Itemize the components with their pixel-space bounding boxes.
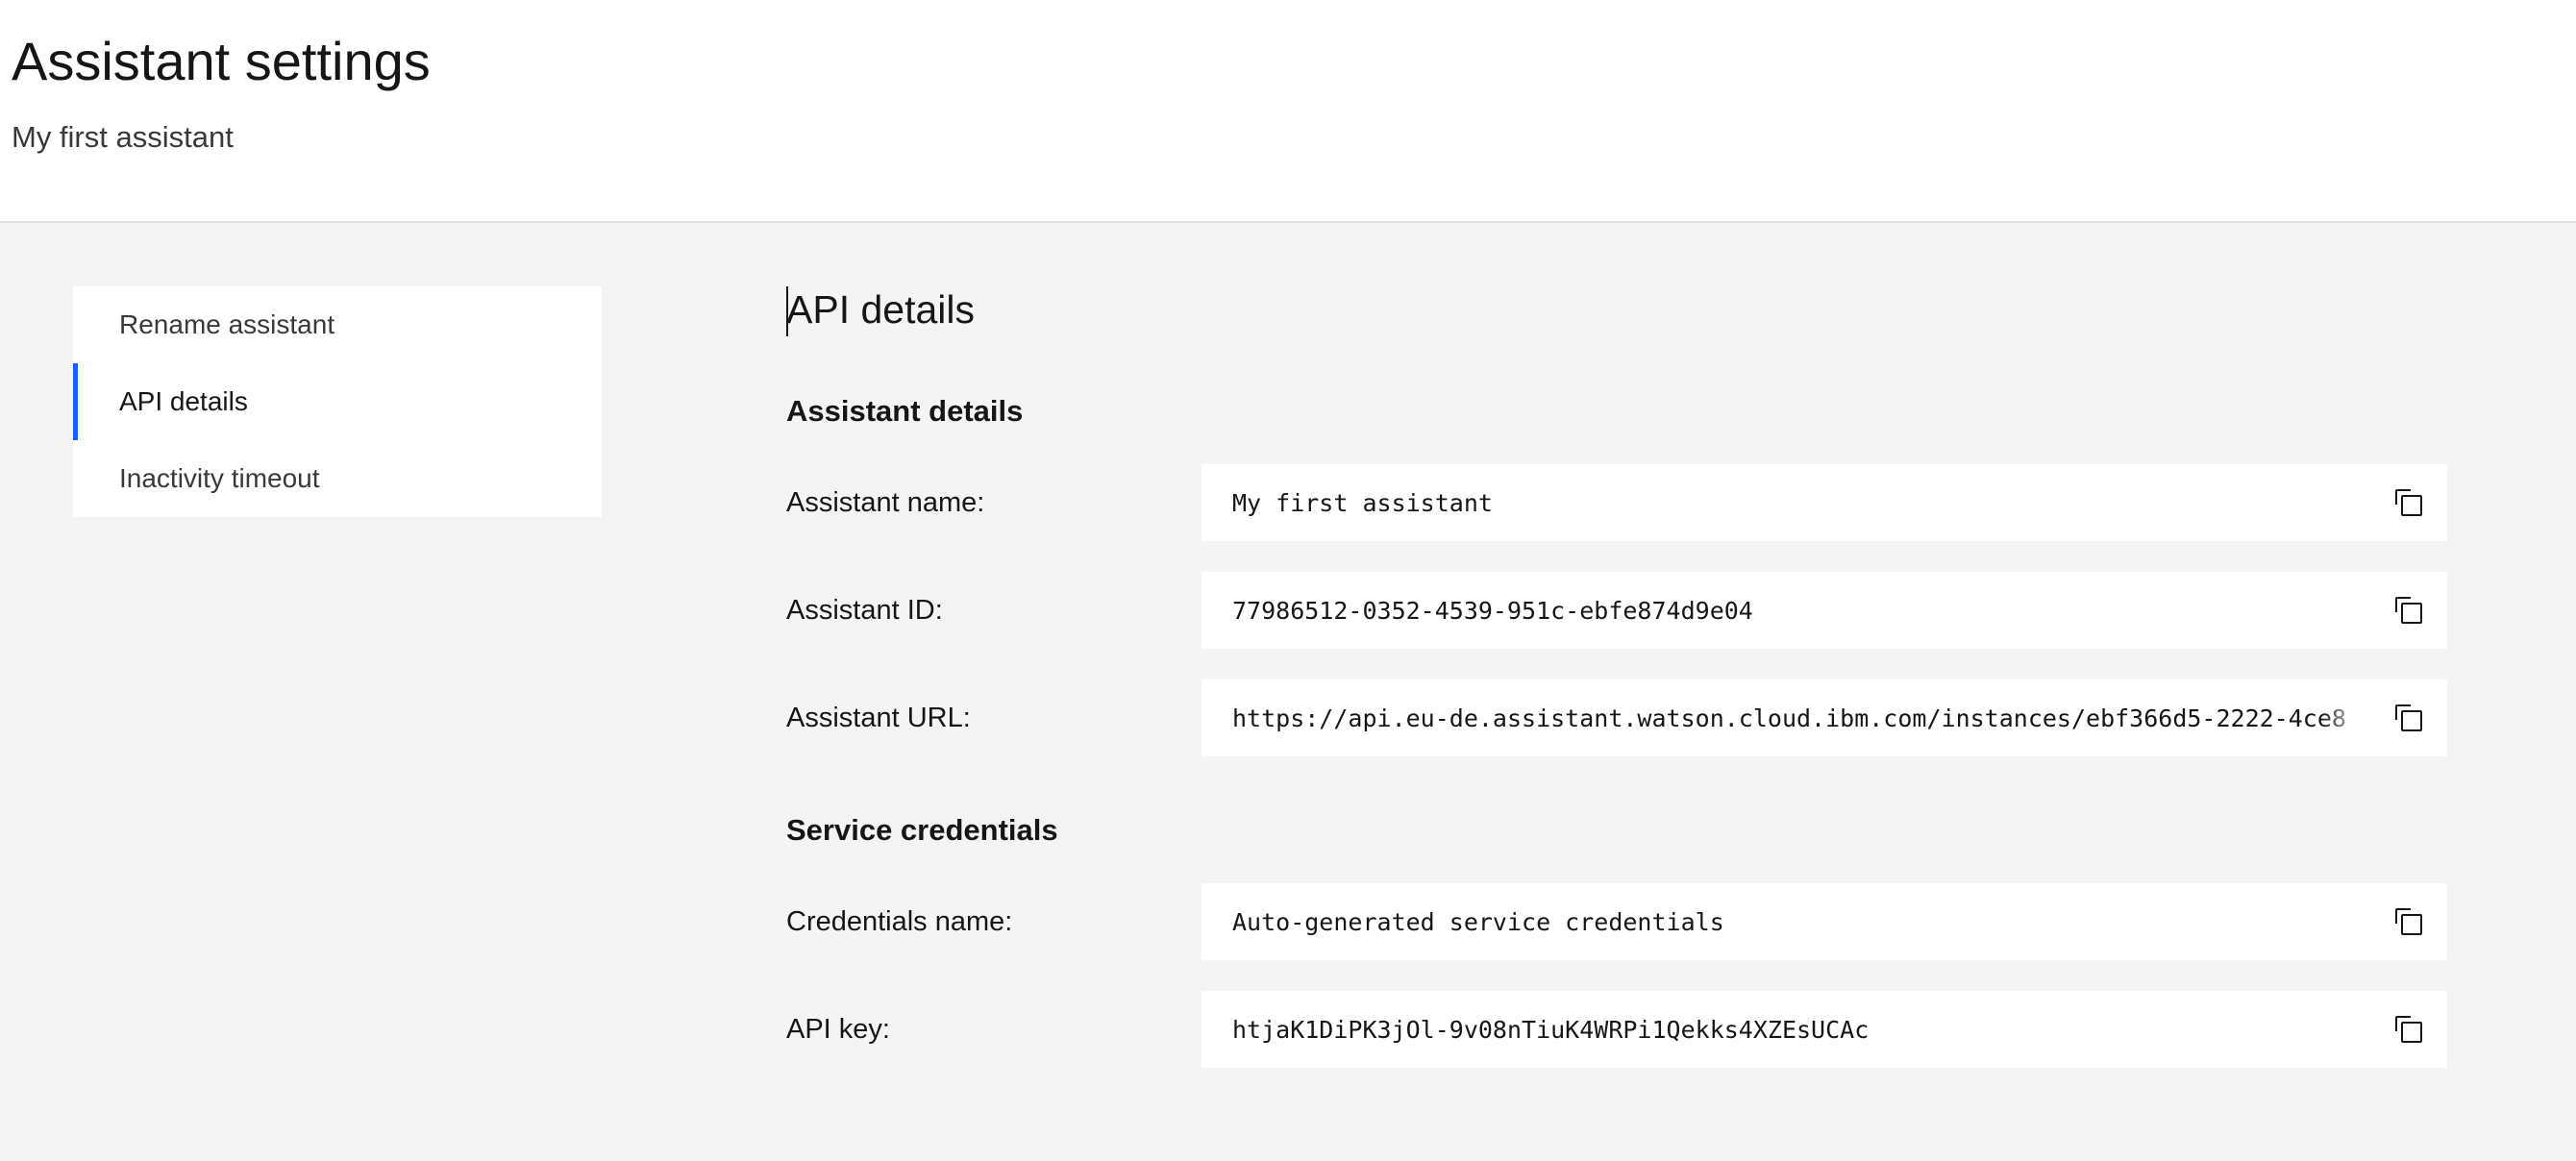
settings-side-nav: Rename assistant API details Inactivity … [73, 286, 602, 517]
assistant-url-label: Assistant URL: [786, 702, 971, 733]
assistant-id-value[interactable]: 77986512-0352-4539-951c-ebfe874d9e04 [1232, 597, 2366, 625]
assistant-url-value[interactable]: https://api.eu-de.assistant.watson.cloud… [1232, 704, 2366, 732]
page-header: Assistant settings My first assistant [0, 0, 2576, 223]
nav-item-label: Inactivity timeout [119, 463, 320, 493]
assistant-details-heading: Assistant details [786, 394, 1024, 428]
copy-icon [2395, 1016, 2422, 1043]
api-key-label: API key: [786, 1013, 890, 1045]
copy-assistant-id-button[interactable] [2390, 591, 2428, 630]
section-title: API details [786, 287, 975, 332]
assistant-name-field[interactable]: My first assistant [1201, 464, 2447, 541]
copy-icon [2395, 908, 2422, 935]
nav-item-inactivity-timeout[interactable]: Inactivity timeout [73, 440, 602, 517]
page-subtitle: My first assistant [12, 120, 234, 154]
copy-credentials-name-button[interactable] [2390, 902, 2428, 941]
copy-icon [2395, 489, 2422, 516]
copy-api-key-button[interactable] [2390, 1010, 2428, 1049]
assistant-url-field[interactable]: https://api.eu-de.assistant.watson.cloud… [1201, 679, 2447, 756]
nav-item-rename-assistant[interactable]: Rename assistant [73, 286, 602, 363]
api-key-field[interactable]: htjaK1DiPK3jOl-9v08nTiuK4WRPi1Qekks4XZEs… [1201, 991, 2447, 1068]
assistant-name-label: Assistant name: [786, 486, 985, 518]
page-title: Assistant settings [12, 31, 431, 91]
nav-item-label: Rename assistant [119, 309, 335, 339]
copy-icon [2395, 704, 2422, 731]
nav-item-api-details[interactable]: API details [73, 363, 602, 440]
assistant-name-value[interactable]: My first assistant [1232, 489, 2366, 517]
credentials-name-field[interactable]: Auto-generated service credentials [1201, 883, 2447, 960]
assistant-id-label: Assistant ID: [786, 594, 943, 626]
copy-assistant-url-button[interactable] [2390, 699, 2428, 737]
credentials-name-value[interactable]: Auto-generated service credentials [1232, 908, 2366, 936]
api-key-value[interactable]: htjaK1DiPK3jOl-9v08nTiuK4WRPi1Qekks4XZEs… [1232, 1016, 2366, 1044]
copy-icon [2395, 597, 2422, 624]
service-credentials-heading: Service credentials [786, 813, 1058, 847]
credentials-name-label: Credentials name: [786, 905, 1013, 937]
assistant-id-field[interactable]: 77986512-0352-4539-951c-ebfe874d9e04 [1201, 572, 2447, 649]
nav-item-label: API details [119, 386, 248, 416]
copy-assistant-name-button[interactable] [2390, 483, 2428, 522]
